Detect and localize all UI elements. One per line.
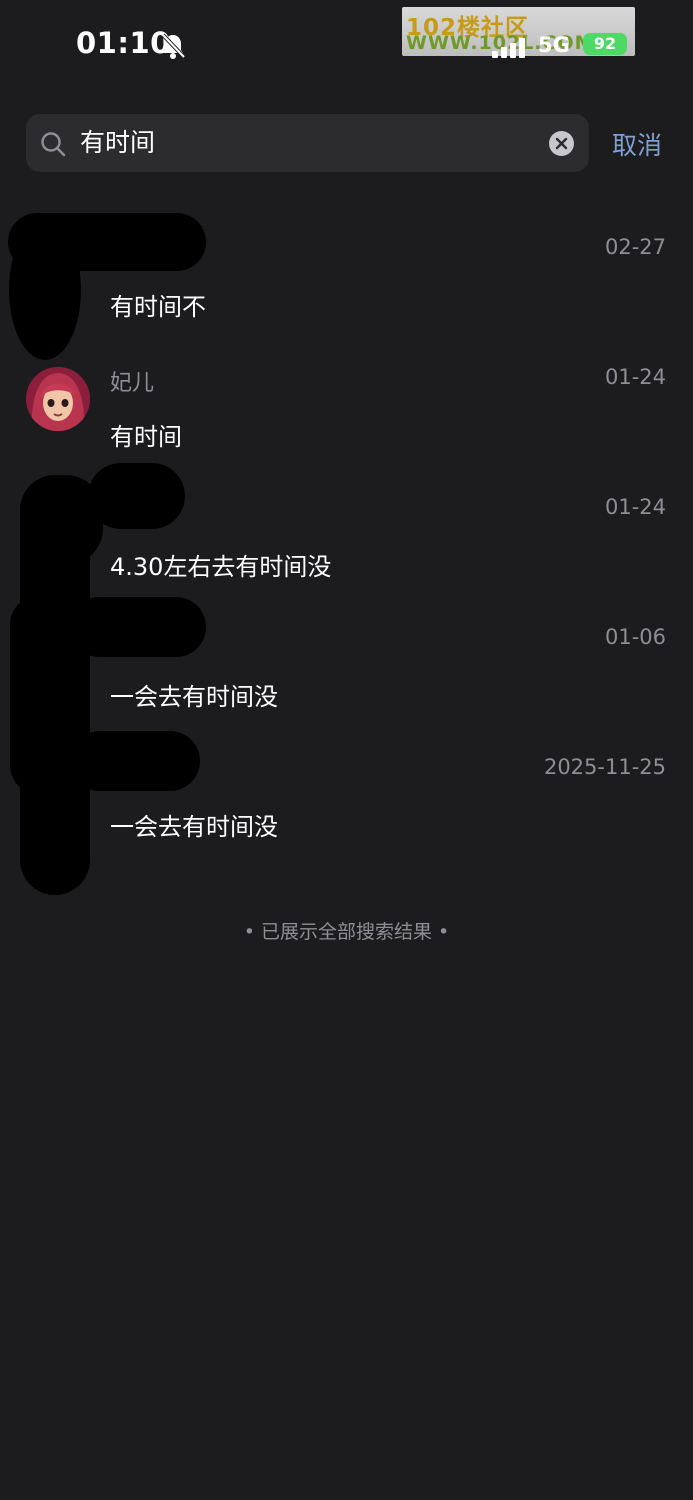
result-date: 02-27 — [604, 235, 666, 259]
redaction-scribble — [8, 213, 206, 895]
search-bar[interactable] — [26, 114, 589, 172]
signal-icon — [492, 38, 525, 58]
bell-slash-icon — [161, 33, 186, 59]
end-of-results-note: • 已展示全部搜索结果 • — [243, 921, 450, 943]
result-date: 2025-11-25 — [543, 755, 666, 779]
cancel-button[interactable]: 取消 — [612, 126, 662, 162]
battery-icon: 92 — [583, 33, 627, 55]
status-bar: 01:10 102楼社区 WWW.102L.COM 5G 92 — [0, 0, 693, 92]
clear-icon — [555, 137, 568, 150]
result-date: 01-06 — [604, 625, 666, 649]
network-label: 5G — [538, 33, 570, 57]
status-time: 01:10 — [76, 26, 171, 60]
result-date: 01-24 — [604, 365, 666, 389]
search-icon — [41, 132, 66, 157]
search-input[interactable] — [80, 114, 540, 172]
clear-search-button[interactable] — [549, 131, 574, 156]
result-date: 01-24 — [604, 495, 666, 519]
